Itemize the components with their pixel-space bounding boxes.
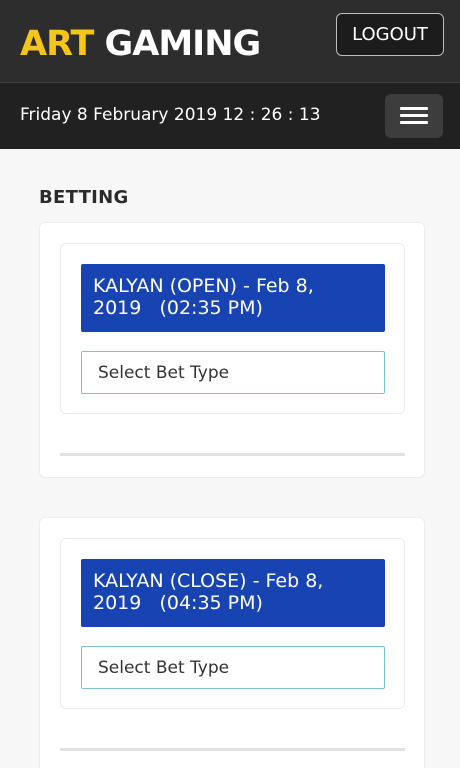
market-title-line1: KALYAN (CLOSE) - Feb 8,: [93, 570, 324, 592]
market-title: KALYAN (CLOSE) - Feb 8, 2019 (04:35 PM): [81, 559, 385, 627]
menu-bar-line: [400, 107, 428, 110]
menu-bar-line: [400, 114, 428, 117]
date-time-bar: Friday 8 February 2019 12 : 26 : 13: [0, 82, 460, 149]
market-panel: KALYAN (CLOSE) - Feb 8, 2019 (04:35 PM) …: [60, 538, 405, 709]
bet-type-select[interactable]: Select Bet Type: [81, 646, 385, 689]
art-gaming-logo[interactable]: ART GAMING: [20, 22, 262, 66]
market-title-line1: KALYAN (OPEN) - Feb 8,: [93, 275, 314, 297]
card-divider: [60, 748, 405, 751]
card-divider: [60, 453, 405, 456]
current-datetime: Friday 8 February 2019 12 : 26 : 13: [20, 105, 321, 125]
top-header: ART GAMING LOGOUT: [0, 0, 460, 82]
logo-text-art: ART: [20, 24, 94, 64]
section-title: BETTING: [39, 187, 129, 208]
market-title: KALYAN (OPEN) - Feb 8, 2019 (02:35 PM): [81, 264, 385, 332]
market-card: KALYAN (OPEN) - Feb 8, 2019 (02:35 PM) S…: [39, 222, 425, 478]
logo-text-gaming: GAMING: [93, 24, 262, 64]
bet-type-select[interactable]: Select Bet Type: [81, 351, 385, 394]
market-panel: KALYAN (OPEN) - Feb 8, 2019 (02:35 PM) S…: [60, 243, 405, 414]
market-title-line2: 2019 (02:35 PM): [93, 297, 263, 319]
logout-button[interactable]: LOGOUT: [336, 13, 444, 56]
market-title-line2: 2019 (04:35 PM): [93, 592, 263, 614]
hamburger-menu-icon[interactable]: [385, 94, 443, 138]
market-card: KALYAN (CLOSE) - Feb 8, 2019 (04:35 PM) …: [39, 517, 425, 768]
menu-bar-line: [400, 121, 428, 124]
